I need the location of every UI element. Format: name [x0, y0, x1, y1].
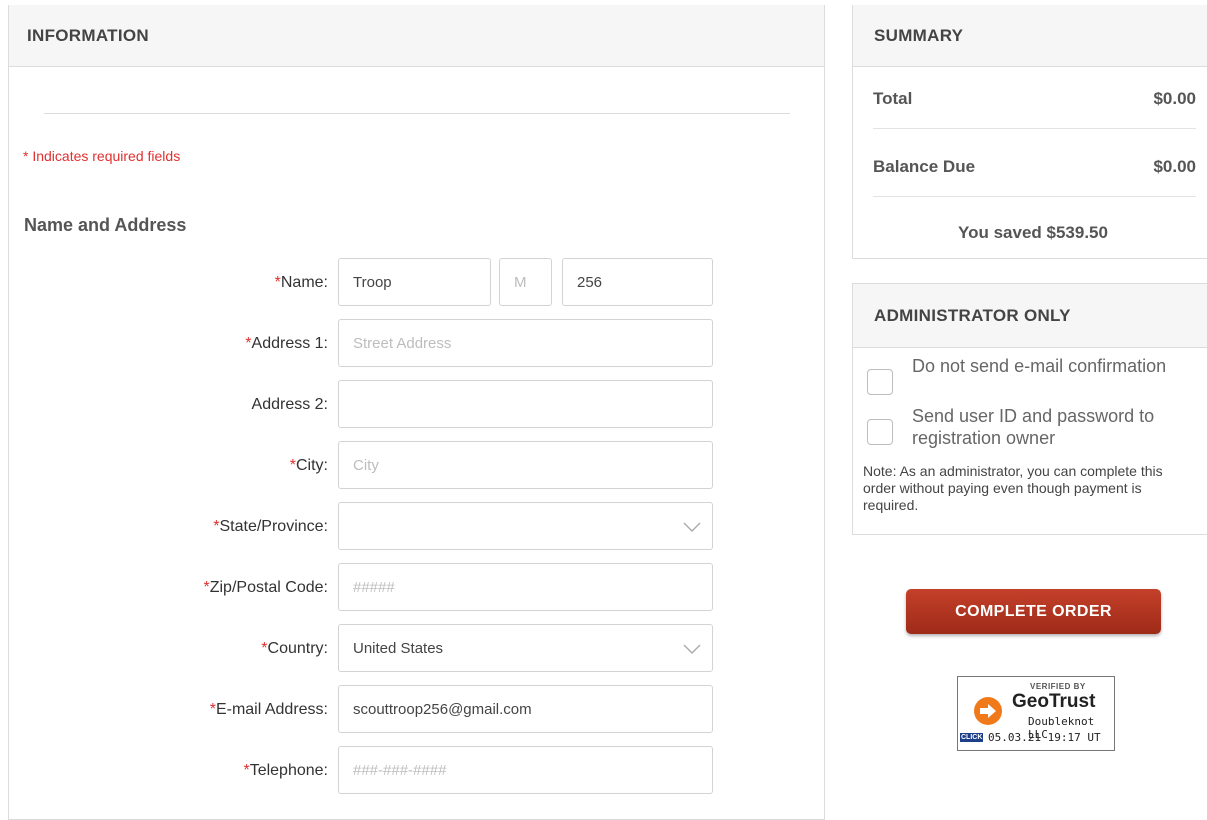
country-select-value: United States [353, 640, 444, 657]
state-label: *State/Province: [213, 518, 328, 535]
total-value: $0.00 [1153, 89, 1196, 108]
name-row: *Name: [9, 258, 826, 308]
address2-row: Address 2: [9, 380, 826, 430]
address2-label: Address 2: [251, 396, 328, 413]
geotrust-logo-icon [974, 697, 1002, 725]
email-row: *E-mail Address: [9, 685, 826, 735]
telephone-row: *Telephone: [9, 746, 826, 796]
admin-header: ADMINISTRATOR ONLY [853, 284, 1207, 348]
balance-value: $0.00 [1153, 157, 1196, 176]
no-email-checkbox[interactable] [867, 369, 893, 395]
information-panel: INFORMATION * Indicates required fields … [8, 5, 825, 820]
chevron-down-icon [683, 522, 701, 532]
first-name-input[interactable] [338, 258, 491, 306]
zip-input[interactable] [338, 563, 713, 611]
state-select[interactable] [338, 502, 713, 550]
divider [44, 113, 790, 114]
balance-label: Balance Due [873, 157, 976, 176]
country-select[interactable]: United States [338, 624, 713, 672]
country-label: *Country: [261, 640, 328, 657]
address1-label: *Address 1: [245, 335, 328, 352]
middle-initial-input[interactable] [499, 258, 552, 306]
seal-brand: GeoTrust [1012, 691, 1096, 712]
saved-amount: You saved $539.50 [958, 223, 1108, 242]
total-row: Total $0.00 [873, 79, 1196, 119]
email-input[interactable] [338, 685, 713, 733]
seal-date: 05.03.21 19:17 UT [988, 731, 1101, 744]
balance-row: Balance Due $0.00 [873, 147, 1196, 187]
last-name-input[interactable] [562, 258, 713, 306]
summary-panel: SUMMARY Total $0.00 Balance Due $0.00 Yo… [852, 5, 1207, 259]
email-label: *E-mail Address: [209, 701, 328, 718]
country-row: *Country: United States [9, 624, 826, 674]
complete-order-button[interactable]: COMPLETE ORDER [906, 589, 1161, 634]
summary-divider [873, 128, 1196, 129]
address1-input[interactable] [338, 319, 713, 367]
name-label: *Name: [274, 274, 328, 291]
zip-label: *Zip/Postal Code: [203, 579, 328, 596]
telephone-label: *Telephone: [243, 762, 328, 779]
total-label: Total [873, 89, 913, 108]
required-fields-note: * Indicates required fields [23, 148, 181, 164]
summary-divider [873, 196, 1196, 197]
city-row: *City: [9, 441, 826, 491]
seal-verified-text: VERIFIED BY [1030, 682, 1086, 691]
telephone-input[interactable] [338, 746, 713, 794]
admin-note: Note: As an administrator, you can compl… [863, 463, 1163, 513]
state-row: *State/Province: [9, 502, 826, 552]
address2-input[interactable] [338, 380, 713, 428]
city-input[interactable] [338, 441, 713, 489]
send-credentials-checkbox[interactable] [867, 419, 893, 445]
zip-row: *Zip/Postal Code: [9, 563, 826, 613]
city-label: *City: [289, 457, 328, 474]
geotrust-seal[interactable]: VERIFIED BY GeoTrust Doubleknot LLC CLIC… [957, 676, 1115, 751]
summary-header: SUMMARY [853, 5, 1207, 67]
seal-click-badge: CLICK [960, 733, 984, 742]
section-title-name-address: Name and Address [24, 215, 187, 235]
no-email-label: Do not send e-mail confirmation [912, 356, 1167, 376]
send-credentials-label: Send user ID and password to registratio… [912, 406, 1155, 448]
information-header: INFORMATION [9, 5, 824, 67]
admin-panel: ADMINISTRATOR ONLY Do not send e-mail co… [852, 283, 1207, 535]
address1-row: *Address 1: [9, 319, 826, 369]
chevron-down-icon [683, 644, 701, 654]
